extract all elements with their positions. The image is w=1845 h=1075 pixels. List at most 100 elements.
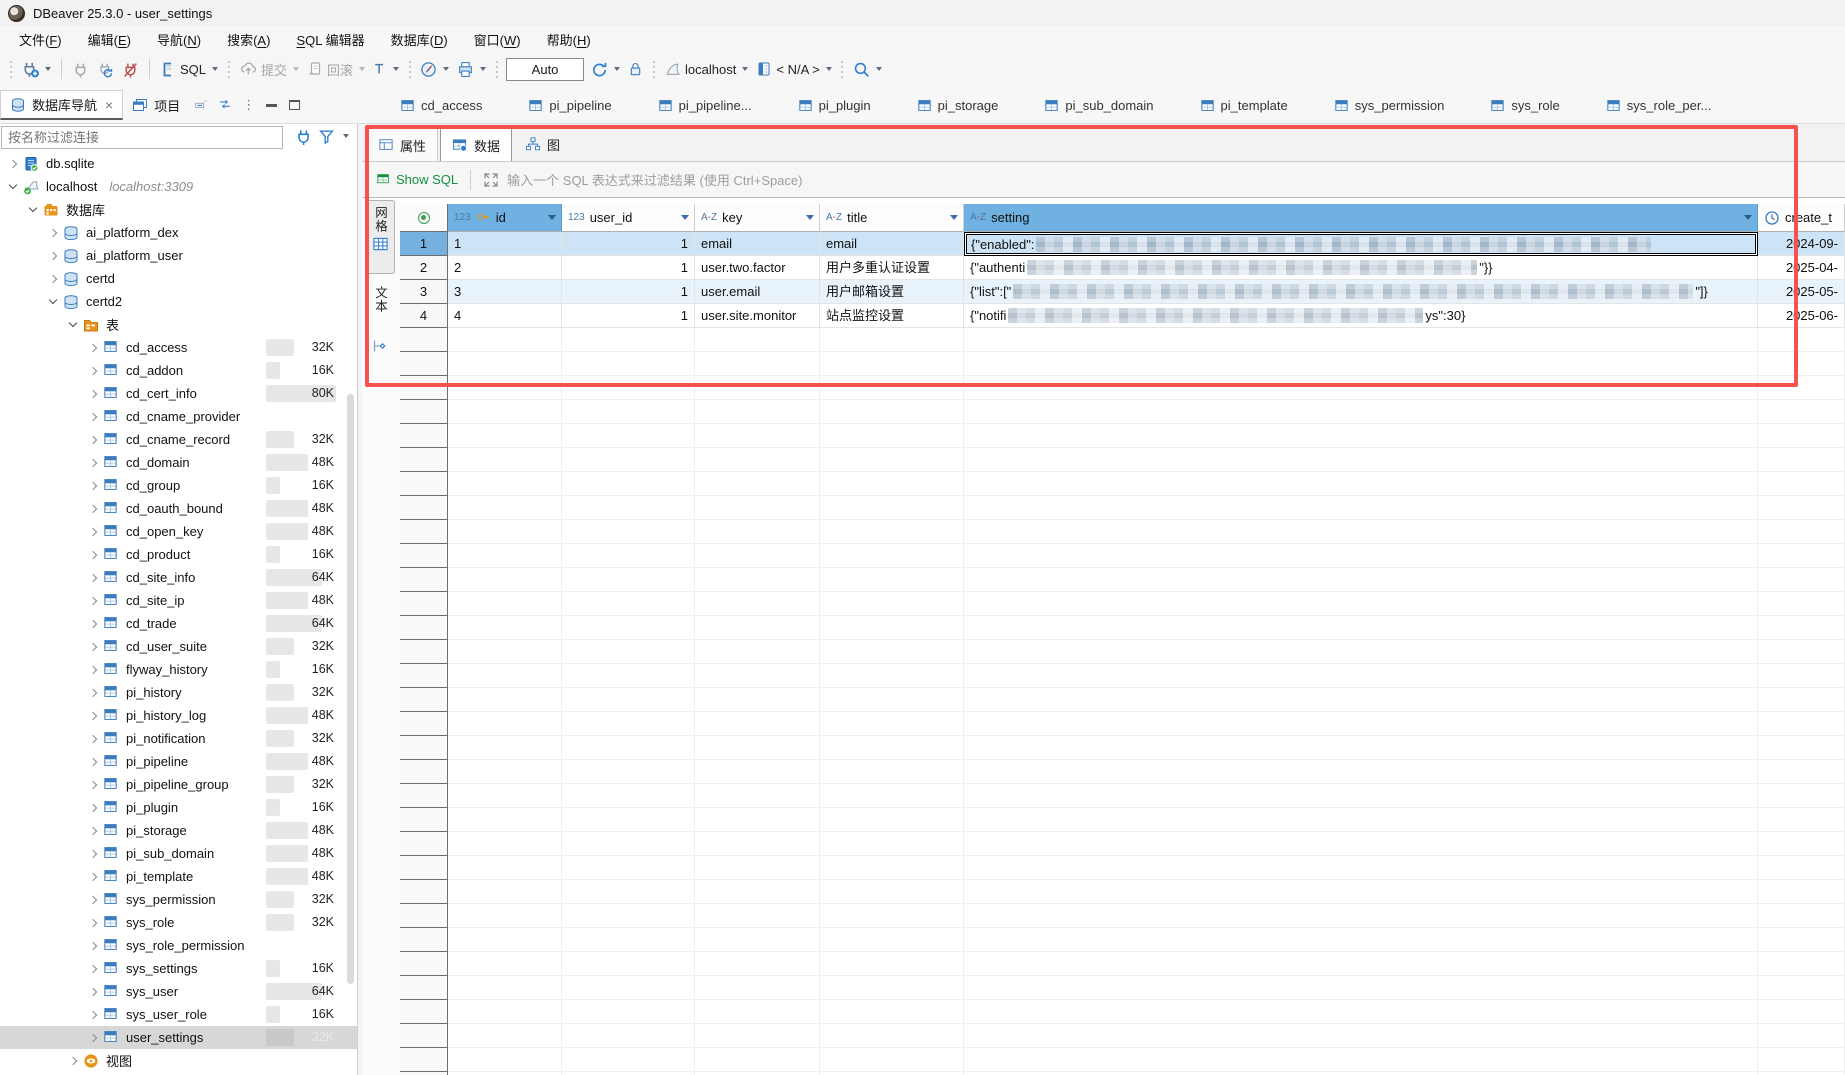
column-header-title[interactable]: A-Ztitle xyxy=(820,204,964,232)
tree-expander-icon[interactable] xyxy=(89,389,97,397)
tree-item-flyway_history[interactable]: flyway_history16K xyxy=(0,658,357,681)
empty-cell[interactable] xyxy=(448,880,562,904)
tab-project[interactable]: 项目 xyxy=(123,90,189,120)
cell-key[interactable]: user.two.factor xyxy=(695,256,820,280)
empty-cell[interactable] xyxy=(695,352,820,376)
empty-cell[interactable] xyxy=(820,880,964,904)
tree-expander-icon[interactable] xyxy=(89,619,97,627)
empty-cell[interactable] xyxy=(820,424,964,448)
editor-tab-pi_sub_domain[interactable]: pi_sub_domain xyxy=(1044,98,1153,113)
empty-cell[interactable] xyxy=(1758,472,1845,496)
empty-cell[interactable] xyxy=(695,1000,820,1024)
cell-user-id[interactable]: 1 xyxy=(562,256,695,280)
empty-cell[interactable] xyxy=(562,640,695,664)
tab-data[interactable]: 数据 xyxy=(440,128,512,161)
editor-tab-sys_role_per[interactable]: sys_role_per... xyxy=(1606,98,1712,113)
empty-cell[interactable] xyxy=(562,448,695,472)
empty-cell[interactable] xyxy=(1758,688,1845,712)
tree-item-cd_oauth_bound[interactable]: cd_oauth_bound48K xyxy=(0,497,357,520)
empty-cell[interactable] xyxy=(964,664,1758,688)
empty-cell[interactable] xyxy=(964,376,1758,400)
empty-cell[interactable] xyxy=(964,568,1758,592)
row-number-empty[interactable] xyxy=(400,520,448,544)
active-connection-selector[interactable]: localhost xyxy=(660,58,752,81)
empty-cell[interactable] xyxy=(695,640,820,664)
empty-cell[interactable] xyxy=(1758,544,1845,568)
cell-setting[interactable]: {"enabled": xyxy=(964,232,1758,256)
empty-cell[interactable] xyxy=(1758,1000,1845,1024)
row-gutter-header[interactable] xyxy=(400,204,448,232)
empty-cell[interactable] xyxy=(695,880,820,904)
tree-expander-icon[interactable] xyxy=(89,412,97,420)
empty-cell[interactable] xyxy=(1758,616,1845,640)
empty-cell[interactable] xyxy=(964,640,1758,664)
tree-expander-icon[interactable] xyxy=(89,803,97,811)
tree-expander-icon[interactable] xyxy=(89,895,97,903)
column-menu-icon[interactable] xyxy=(1744,215,1752,220)
tree-item-localhost[interactable]: localhostlocalhost:3309 xyxy=(0,175,357,198)
row-number-empty[interactable] xyxy=(400,712,448,736)
editor-tab-cd_access[interactable]: cd_access xyxy=(400,98,482,113)
empty-cell[interactable] xyxy=(820,808,964,832)
empty-cell[interactable] xyxy=(964,928,1758,952)
cell-user-id[interactable]: 1 xyxy=(562,232,695,256)
row-number-empty[interactable] xyxy=(400,904,448,928)
empty-cell[interactable] xyxy=(695,328,820,352)
row-number-empty[interactable] xyxy=(400,1048,448,1072)
row-number-empty[interactable] xyxy=(400,760,448,784)
connection-filter-input[interactable] xyxy=(1,126,283,149)
empty-cell[interactable] xyxy=(820,760,964,784)
show-sql-button[interactable]: Show SQL xyxy=(376,172,458,187)
menu-item-2[interactable]: 导航(N) xyxy=(144,27,214,52)
empty-cell[interactable] xyxy=(695,568,820,592)
empty-cell[interactable] xyxy=(562,688,695,712)
empty-cell[interactable] xyxy=(820,640,964,664)
row-number-empty[interactable] xyxy=(400,784,448,808)
row-number-empty[interactable] xyxy=(400,448,448,472)
empty-cell[interactable] xyxy=(695,952,820,976)
cell-id[interactable]: 3 xyxy=(448,280,562,304)
tree-item-cd_addon[interactable]: cd_addon16K xyxy=(0,359,357,382)
empty-cell[interactable] xyxy=(448,328,562,352)
tree-item-数据库[interactable]: 数据库 xyxy=(0,198,357,221)
empty-cell[interactable] xyxy=(964,1000,1758,1024)
empty-cell[interactable] xyxy=(448,736,562,760)
refresh-button[interactable] xyxy=(587,58,624,81)
minimize-icon[interactable] xyxy=(266,104,277,107)
tree-expander-icon[interactable] xyxy=(89,1033,97,1041)
column-header-key[interactable]: A-Zkey xyxy=(695,204,820,232)
empty-cell[interactable] xyxy=(1758,400,1845,424)
empty-cell[interactable] xyxy=(448,688,562,712)
empty-cell[interactable] xyxy=(448,472,562,496)
empty-cell[interactable] xyxy=(964,328,1758,352)
empty-cell[interactable] xyxy=(820,664,964,688)
filter-funnel-icon[interactable] xyxy=(318,128,335,145)
tree-item-cd_site_ip[interactable]: cd_site_ip48K xyxy=(0,589,357,612)
tree-item-表[interactable]: 表 xyxy=(0,313,357,336)
tree-item-pi_history[interactable]: pi_history32K xyxy=(0,681,357,704)
empty-cell[interactable] xyxy=(448,376,562,400)
tree-item-sys_permission[interactable]: sys_permission32K xyxy=(0,888,357,911)
row-number-empty[interactable] xyxy=(400,952,448,976)
empty-cell[interactable] xyxy=(695,400,820,424)
empty-cell[interactable] xyxy=(562,568,695,592)
empty-cell[interactable] xyxy=(1758,1024,1845,1048)
empty-cell[interactable] xyxy=(964,352,1758,376)
connect-filter-icon[interactable] xyxy=(294,127,312,145)
search-button[interactable] xyxy=(849,58,886,81)
tree-item-cd_cert_info[interactable]: cd_cert_info80K xyxy=(0,382,357,405)
empty-cell[interactable] xyxy=(820,736,964,760)
tree-expander-icon[interactable] xyxy=(9,181,17,189)
empty-cell[interactable] xyxy=(562,472,695,496)
tree-item-pi_notification[interactable]: pi_notification32K xyxy=(0,727,357,750)
view-menu-icon[interactable]: ⋮ xyxy=(242,97,255,113)
tree-expander-icon[interactable] xyxy=(89,918,97,926)
empty-cell[interactable] xyxy=(448,592,562,616)
collapse-all-button[interactable] xyxy=(189,95,213,115)
tree-expander-icon[interactable] xyxy=(89,504,97,512)
grid-view-toggle[interactable]: 网格 xyxy=(366,200,395,274)
tree-expander-icon[interactable] xyxy=(89,550,97,558)
empty-cell[interactable] xyxy=(448,784,562,808)
editor-tab-pi_pipeline[interactable]: pi_pipeline xyxy=(528,98,611,113)
empty-cell[interactable] xyxy=(964,976,1758,1000)
